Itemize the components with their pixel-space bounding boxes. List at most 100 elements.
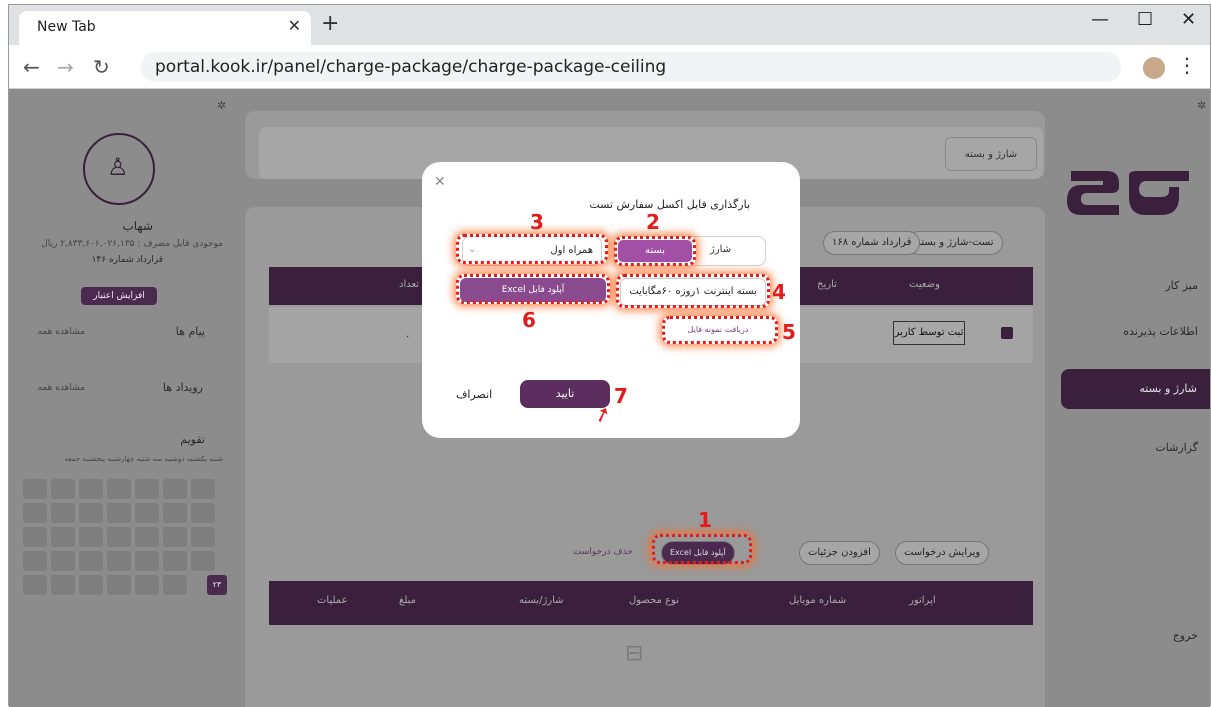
calendar-day[interactable] [23,479,47,499]
kook-logo [1067,171,1189,215]
status-badge: ثبت توسط کاربر [893,321,965,345]
calendar-day[interactable] [107,551,131,571]
calendar-day[interactable] [163,575,187,595]
row-checkbox[interactable] [1001,327,1013,339]
filter-type-select[interactable]: تست-شارژ و بسته [907,231,1003,255]
empty-inbox-icon: ⊟ [625,641,644,666]
menu-merchant-info[interactable]: اطلاعات پذیرنده [1123,325,1198,338]
calendar-day[interactable] [107,479,131,499]
messages-see-all[interactable]: مشاهده همه [38,327,85,337]
calendar-day[interactable] [51,527,75,547]
forward-icon[interactable]: → [57,55,74,79]
avatar: ♙ [83,133,155,205]
calendar-heading: تقویم [180,433,205,446]
close-window-button[interactable]: ✕ [1181,9,1196,30]
close-icon[interactable]: ✕ [288,16,301,35]
calendar-day[interactable] [51,551,75,571]
calendar-day[interactable] [79,551,103,571]
calendar-day[interactable] [79,575,103,595]
calendar-day[interactable] [23,527,47,547]
pin-icon[interactable]: ✲ [1197,99,1206,112]
user-icon: ♙ [107,153,129,181]
calendar-day[interactable] [191,551,215,571]
calendar-day[interactable] [191,479,215,499]
breadcrumb[interactable]: شارژ و بسته [945,137,1037,171]
calendar-day[interactable] [163,527,187,547]
minimize-button[interactable]: — [1091,9,1109,30]
col-operator: اپراتور [909,595,936,606]
calendar-day[interactable] [163,551,187,571]
row-count: ۰ [405,331,411,342]
maximize-button[interactable]: ☐ [1137,9,1153,30]
annotation-4: 4 [772,280,786,304]
calendar-day[interactable] [23,503,47,523]
menu-logout[interactable]: خروج [1173,629,1198,642]
profile-avatar[interactable] [1143,57,1165,79]
col-mobile: شماره موبایل [789,595,847,606]
annotation-7: 7 [614,384,628,408]
add-detail-button[interactable]: افزودن جزئیات [799,541,880,565]
events-see-all[interactable]: مشاهده همه [38,383,85,393]
messages-heading: پیام ها [175,325,205,338]
annotation-6: 6 [522,308,536,332]
highlight-package-tab [614,236,696,266]
calendar-day[interactable] [107,503,131,523]
edit-request-button[interactable]: ویرایش درخواست [895,541,990,565]
contract-link[interactable]: قرارداد شماره ۱۴۶ [92,255,163,265]
col-status: وضعیت [909,279,940,290]
highlight-upload-main [652,534,752,564]
balance: موجودی قابل مصرف : ۲,۸۳۳,۶۰۶,۰۲۶,۱۳۵ ریا… [41,239,223,249]
calendar-day[interactable] [107,527,131,547]
calendar-day[interactable] [135,575,159,595]
tab-title: New Tab [37,19,96,35]
calendar-day[interactable] [163,479,187,499]
calendar-day[interactable] [51,479,75,499]
menu-dashboard[interactable]: میز کار [1165,279,1198,292]
calendar-day[interactable] [23,551,47,571]
pin-icon[interactable]: ✲ [217,99,226,112]
calendar-day[interactable] [135,503,159,523]
calendar-today[interactable]: ۲۳ [207,575,227,595]
calendar-day[interactable] [51,503,75,523]
cancel-button[interactable]: انصراف [456,388,492,401]
col-charge-package: شارژ/بسته [519,595,564,606]
menu-reports[interactable]: گزارشات [1155,441,1198,454]
col-count: تعداد [399,279,420,290]
delete-request-link[interactable]: حذف درخواست [573,547,633,557]
col-date: تاریخ [817,279,837,290]
annotation-2: 2 [646,210,660,234]
calendar-day[interactable] [191,527,215,547]
calendar-day[interactable] [51,575,75,595]
close-icon[interactable]: ✕ [434,174,446,190]
left-panel: ✲ ♙ شهاب موجودی قابل مصرف : ۲,۸۳۳,۶۰۶,۰۲… [9,89,235,707]
url-input[interactable]: portal.kook.ir/panel/charge-package/char… [141,52,1121,82]
col-product-type: نوع محصول [629,595,680,606]
calendar-day[interactable] [191,503,215,523]
tab-charge[interactable]: شارژ [710,244,731,255]
address-bar: ← → ↻ portal.kook.ir/panel/charge-packag… [9,45,1210,89]
calendar-weekdays: شنبه یکشنبه دوشنبه سه شنبه چهارشنبه پنجش… [64,455,223,463]
col-amount: مبلغ [399,595,417,606]
tab-new-tab[interactable]: New Tab ✕ [19,11,311,45]
calendar-day[interactable] [135,479,159,499]
calendar-day[interactable] [107,575,131,595]
menu-charge-package[interactable]: شارژ و بسته [1061,369,1210,409]
calendar-day[interactable] [163,503,187,523]
detail-table-header: اپراتور شماره موبایل نوع محصول شارژ/بسته… [269,581,1033,625]
annotation-1: 1 [698,508,712,532]
highlight-upload-modal [456,274,610,304]
increase-credit-button[interactable]: افزایش اعتبار [81,287,157,305]
calendar-day[interactable] [135,527,159,547]
calendar-day[interactable] [79,479,103,499]
new-tab-button[interactable]: + [321,11,339,36]
reload-icon[interactable]: ↻ [93,55,110,79]
filter-contract-select[interactable]: قرارداد شماره ۱۶۸ [823,231,921,255]
menu-icon[interactable]: ⋮ [1177,53,1197,77]
tab-bar: New Tab ✕ + — ☐ ✕ [9,5,1210,45]
calendar-day[interactable] [135,551,159,571]
calendar-day[interactable] [79,527,103,547]
calendar-day[interactable] [23,575,47,595]
back-icon[interactable]: ← [23,55,40,79]
highlight-package [616,274,770,308]
calendar-day[interactable] [79,503,103,523]
